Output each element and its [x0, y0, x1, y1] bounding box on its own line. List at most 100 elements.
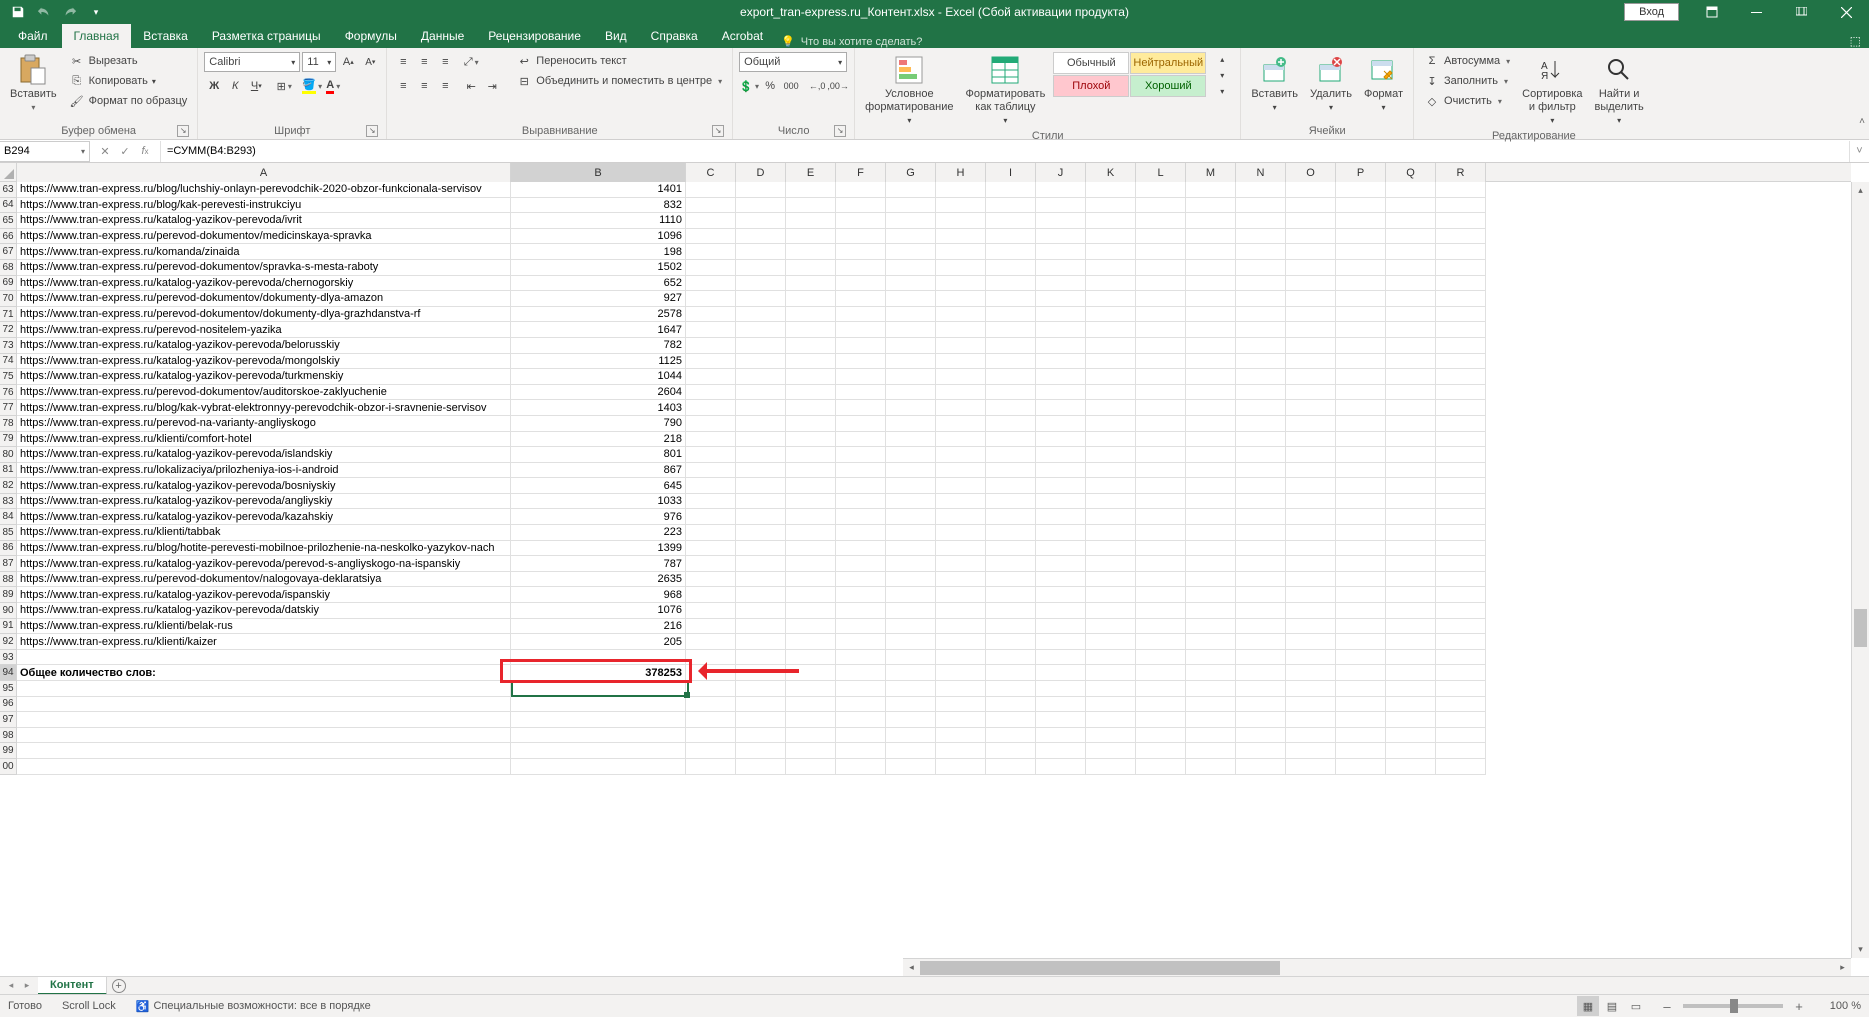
cell[interactable] [736, 525, 786, 541]
row-header[interactable]: 75 [0, 369, 17, 385]
cell[interactable] [1186, 759, 1236, 775]
column-header-R[interactable]: R [1436, 163, 1486, 182]
cell[interactable] [1186, 447, 1236, 463]
cell[interactable] [1286, 463, 1336, 479]
cell[interactable] [736, 743, 786, 759]
cell[interactable] [1436, 541, 1486, 557]
cell[interactable] [786, 587, 836, 603]
view-normal-icon[interactable]: ▦ [1577, 996, 1599, 1016]
cell[interactable] [1036, 229, 1086, 245]
cell[interactable] [1386, 478, 1436, 494]
row-header[interactable]: 89 [0, 587, 17, 603]
cell[interactable]: 2635 [511, 572, 686, 588]
cell[interactable] [986, 447, 1036, 463]
cell[interactable] [886, 432, 936, 448]
cell[interactable] [836, 432, 886, 448]
cell[interactable] [936, 712, 986, 728]
cell[interactable]: https://www.tran-express.ru/katalog-yazi… [17, 447, 511, 463]
insert-function-icon[interactable]: fx [136, 142, 154, 160]
cell[interactable]: 645 [511, 478, 686, 494]
column-header-O[interactable]: O [1286, 163, 1336, 182]
cell[interactable] [836, 556, 886, 572]
cell[interactable] [1436, 619, 1486, 635]
cell[interactable] [1186, 291, 1236, 307]
cell[interactable] [886, 619, 936, 635]
cell[interactable] [1036, 260, 1086, 276]
cell[interactable] [1386, 587, 1436, 603]
cell[interactable] [1336, 338, 1386, 354]
cell[interactable] [836, 354, 886, 370]
cell[interactable] [936, 229, 986, 245]
cell[interactable] [1236, 478, 1286, 494]
cell[interactable] [686, 276, 736, 292]
cell[interactable] [886, 587, 936, 603]
name-box[interactable]: B294▾ [0, 141, 90, 162]
cell[interactable] [1186, 697, 1236, 713]
cell[interactable] [686, 665, 736, 681]
cell[interactable] [1236, 338, 1286, 354]
cell[interactable] [1036, 572, 1086, 588]
scroll-left-icon[interactable]: ◂ [903, 959, 920, 977]
cell[interactable] [1336, 244, 1386, 260]
cell[interactable] [886, 603, 936, 619]
row-header[interactable]: 64 [0, 198, 17, 214]
cell[interactable] [1336, 213, 1386, 229]
cut-button[interactable]: ✂Вырезать [65, 52, 192, 70]
cell[interactable] [1136, 385, 1186, 401]
cell[interactable] [1086, 681, 1136, 697]
cell[interactable] [936, 244, 986, 260]
cell[interactable] [736, 650, 786, 666]
cell[interactable] [1236, 634, 1286, 650]
cell[interactable] [1336, 728, 1386, 744]
cell[interactable] [1236, 447, 1286, 463]
cell[interactable] [1336, 416, 1386, 432]
cell[interactable] [736, 634, 786, 650]
cell[interactable] [1186, 198, 1236, 214]
cell[interactable] [1136, 541, 1186, 557]
cell[interactable] [1436, 385, 1486, 401]
cell[interactable] [786, 198, 836, 214]
cell[interactable] [1386, 369, 1436, 385]
cell[interactable]: https://www.tran-express.ru/perevod-doku… [17, 260, 511, 276]
row-header[interactable]: 79 [0, 432, 17, 448]
cell[interactable] [1436, 354, 1486, 370]
cell[interactable] [1286, 697, 1336, 713]
cell[interactable] [1186, 619, 1236, 635]
cell[interactable] [1036, 369, 1086, 385]
cell[interactable] [1136, 463, 1186, 479]
cell[interactable] [1236, 244, 1286, 260]
align-top-icon[interactable]: ≡ [393, 52, 413, 72]
cell[interactable] [686, 182, 736, 198]
fill-color-button[interactable]: 🪣 [302, 76, 322, 96]
cell[interactable] [986, 260, 1036, 276]
cell[interactable] [1186, 244, 1236, 260]
cell[interactable] [1086, 198, 1136, 214]
cell[interactable] [1136, 198, 1186, 214]
cell[interactable] [886, 322, 936, 338]
cell[interactable] [936, 509, 986, 525]
cell[interactable] [786, 307, 836, 323]
cell[interactable] [936, 572, 986, 588]
cell[interactable]: 1044 [511, 369, 686, 385]
cell[interactable]: 790 [511, 416, 686, 432]
cell[interactable] [886, 369, 936, 385]
cell[interactable] [1086, 260, 1136, 276]
clipboard-launcher-icon[interactable]: ↘ [177, 125, 189, 137]
cell[interactable] [936, 198, 986, 214]
cell[interactable] [1336, 369, 1386, 385]
view-page-break-icon[interactable]: ▭ [1625, 996, 1647, 1016]
cell[interactable] [1086, 385, 1136, 401]
cell[interactable] [1236, 369, 1286, 385]
cell[interactable] [1086, 400, 1136, 416]
tab-layout[interactable]: Разметка страницы [200, 24, 333, 48]
cell[interactable] [986, 712, 1036, 728]
cell[interactable] [1086, 541, 1136, 557]
cell[interactable] [1286, 213, 1336, 229]
zoom-level[interactable]: 100 % [1817, 1000, 1861, 1012]
cell[interactable] [686, 307, 736, 323]
cell[interactable] [1136, 650, 1186, 666]
cell[interactable] [786, 634, 836, 650]
cell[interactable] [736, 619, 786, 635]
cell[interactable] [986, 541, 1036, 557]
row-header[interactable]: 98 [0, 728, 17, 744]
